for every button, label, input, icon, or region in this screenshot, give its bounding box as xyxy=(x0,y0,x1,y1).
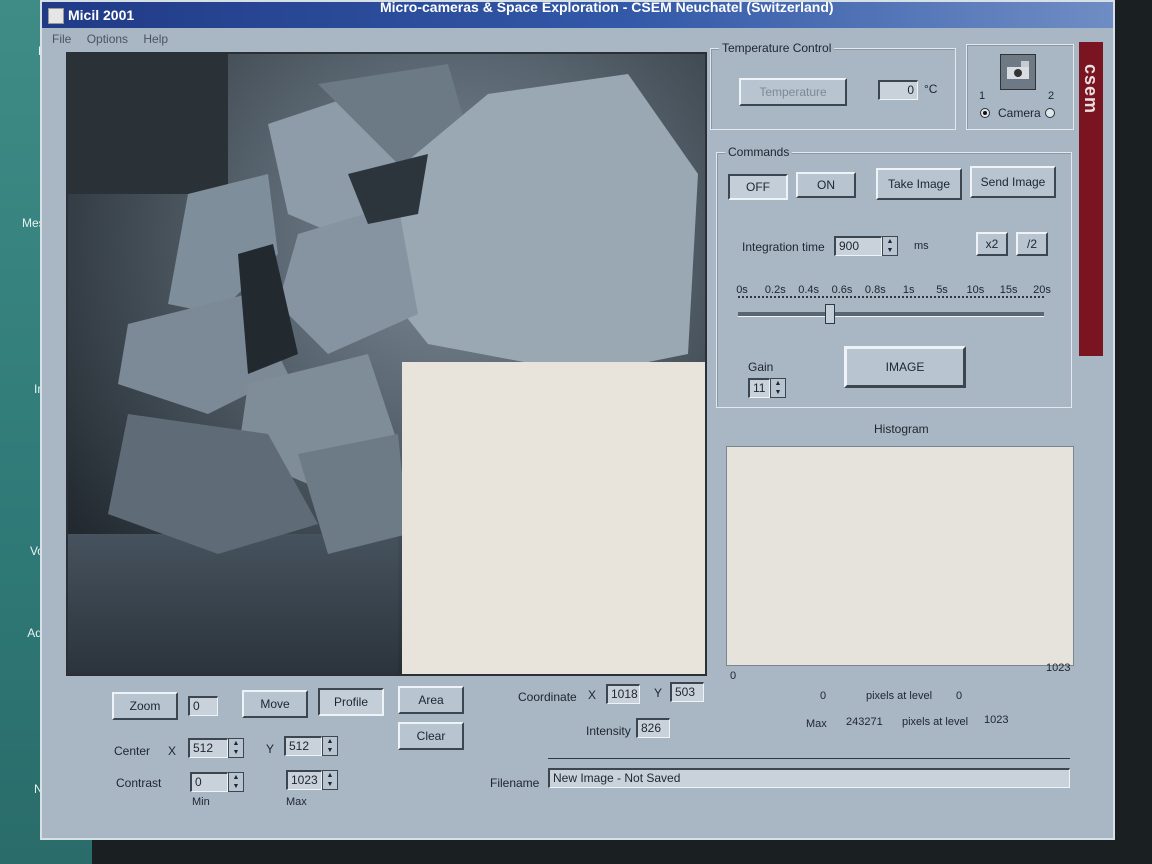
menu-file[interactable]: File xyxy=(52,32,71,46)
camera-radio-2[interactable] xyxy=(1045,108,1055,118)
contrast-max-label: Max xyxy=(286,796,307,808)
zoom-button[interactable]: Zoom xyxy=(112,692,178,720)
camera-image-view[interactable] xyxy=(66,52,707,676)
contrast-max-field[interactable]: 1023 xyxy=(286,770,322,790)
commands-group-title: Commands xyxy=(725,145,793,159)
histogram-count-value: 0 xyxy=(820,690,827,702)
contrast-min-field[interactable]: 0 xyxy=(190,772,228,792)
menu-help[interactable]: Help xyxy=(143,32,168,46)
menu-bar: File Options Help xyxy=(52,32,180,50)
center-x-spinner[interactable]: ▲ ▼ xyxy=(228,738,244,758)
temperature-unit-label: °C xyxy=(924,82,938,96)
slider-tick-marks xyxy=(738,296,1044,298)
contrast-min-spinner[interactable]: ▲ ▼ xyxy=(228,772,244,792)
slider-tick-label: 0.2s xyxy=(764,284,786,296)
slider-tick-label: 10s xyxy=(966,284,985,296)
center-x-label: X xyxy=(168,744,177,758)
gain-field[interactable]: 11 xyxy=(748,378,770,398)
window-app-title: Micil 2001 xyxy=(68,7,135,23)
profile-button[interactable]: Profile xyxy=(318,688,384,716)
div2-button[interactable]: /2 xyxy=(1016,232,1048,256)
title-bar[interactable]: Micil 2001 Micro-cameras & Space Explora… xyxy=(42,0,1113,28)
intensity-label: Intensity xyxy=(586,724,631,738)
integration-unit-label: ms xyxy=(914,240,929,252)
camera-image xyxy=(68,54,705,674)
image-button[interactable]: IMAGE xyxy=(844,346,966,388)
integration-slider-track[interactable] xyxy=(738,312,1044,317)
coordinate-label: Coordinate xyxy=(518,690,577,704)
histogram-title: Histogram xyxy=(874,422,929,436)
integration-time-field[interactable]: 900 xyxy=(834,236,882,256)
slider-tick-label: 15s xyxy=(999,284,1018,296)
slider-tick-label: 0.6s xyxy=(831,284,853,296)
histogram-max-label: Max xyxy=(806,718,827,730)
center-y-label: Y xyxy=(266,742,275,756)
coordinate-x-label: X xyxy=(588,688,597,702)
window-caption: Micro-cameras & Space Exploration - CSEM… xyxy=(380,0,834,15)
slider-tick-label: 0s xyxy=(736,284,748,296)
app-icon[interactable] xyxy=(48,8,64,24)
integration-time-spinner[interactable]: ▲ ▼ xyxy=(882,236,898,256)
histogram-axis-min: 0 xyxy=(730,670,737,682)
histogram-max-value: 243271 xyxy=(846,716,883,728)
off-button[interactable]: OFF xyxy=(728,174,788,200)
separator-line xyxy=(548,758,1070,759)
filename-label: Filename xyxy=(490,776,540,790)
contrast-min-label: Min xyxy=(192,796,210,808)
histogram-axis-max: 1023 xyxy=(1046,662,1071,674)
slider-tick-label: 0.8s xyxy=(864,284,886,296)
slider-tick-label: 20s xyxy=(1033,284,1051,296)
csem-logo: csem xyxy=(1081,64,1101,115)
integration-slider-thumb[interactable] xyxy=(824,304,835,324)
contrast-label: Contrast xyxy=(116,776,162,790)
integration-time-label: Integration time xyxy=(742,240,825,254)
histogram-level-value: 0 xyxy=(956,690,963,702)
camera-option-2-label: 2 xyxy=(1048,90,1055,102)
coordinate-x-field: 1018 xyxy=(606,684,640,704)
coordinate-y-field: 503 xyxy=(670,682,704,702)
main-window: Micil 2001 Micro-cameras & Space Explora… xyxy=(40,0,1115,840)
send-image-button[interactable]: Send Image xyxy=(970,166,1056,198)
contrast-max-spinner[interactable]: ▲ ▼ xyxy=(322,770,338,790)
temperature-group-title: Temperature Control xyxy=(719,41,835,55)
filename-field[interactable]: New Image - Not Saved xyxy=(548,768,1070,788)
menu-options[interactable]: Options xyxy=(87,32,128,46)
center-x-field[interactable]: 512 xyxy=(188,738,228,758)
take-image-button[interactable]: Take Image xyxy=(876,168,962,200)
camera-icon xyxy=(1000,54,1036,90)
histogram-max-pixels-label: pixels at level xyxy=(902,716,969,728)
coordinate-y-label: Y xyxy=(654,686,663,700)
temperature-button[interactable]: Temperature xyxy=(739,78,847,106)
on-button[interactable]: ON xyxy=(796,172,856,198)
center-y-field[interactable]: 512 xyxy=(284,736,322,756)
slider-tick-label: 0.4s xyxy=(798,284,820,296)
gain-label: Gain xyxy=(748,360,774,374)
center-y-spinner[interactable]: ▲ ▼ xyxy=(322,736,338,756)
center-label: Center xyxy=(114,744,151,758)
camera-label: Camera xyxy=(998,106,1041,120)
intensity-field: 826 xyxy=(636,718,670,738)
camera-radio-1[interactable] xyxy=(980,108,990,118)
temperature-value-field: 0 xyxy=(878,80,918,100)
x2-button[interactable]: x2 xyxy=(976,232,1008,256)
histogram-max-level-value: 1023 xyxy=(984,714,1009,726)
histogram-pixels-at-level-label: pixels at level xyxy=(866,690,933,702)
slider-tick-label: 5s xyxy=(936,284,948,296)
gain-spinner[interactable]: ▲ ▼ xyxy=(770,378,786,398)
move-button[interactable]: Move xyxy=(242,690,308,718)
camera-option-1-label: 1 xyxy=(979,90,986,102)
histogram-plot xyxy=(726,446,1074,666)
slider-tick-label: 1s xyxy=(902,284,915,296)
zoom-value-field: 0 xyxy=(188,696,218,716)
clear-button[interactable]: Clear xyxy=(398,722,464,750)
area-button[interactable]: Area xyxy=(398,686,464,714)
